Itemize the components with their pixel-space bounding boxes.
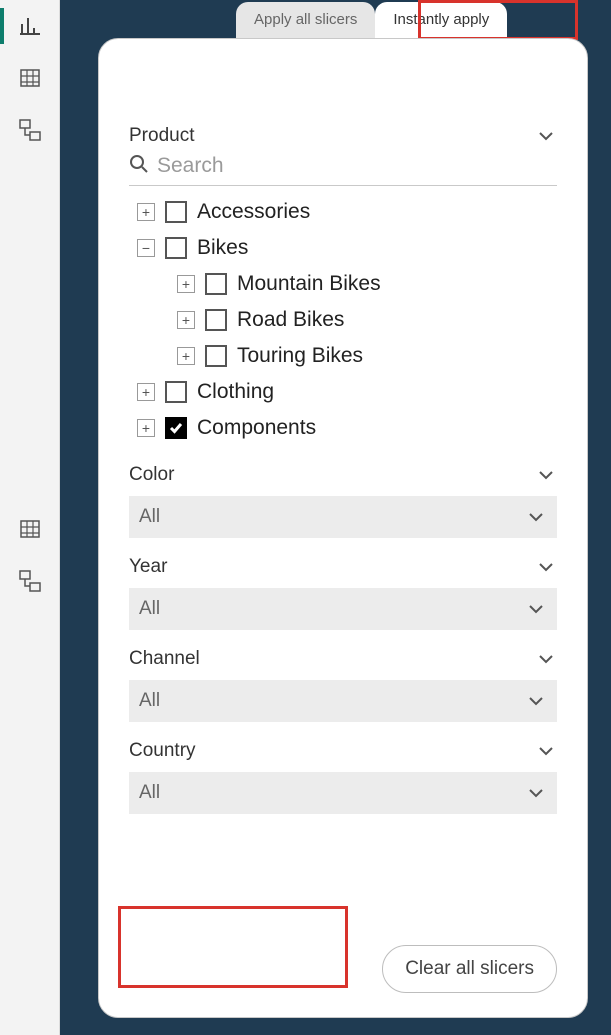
product-tree: + Accessories − Bikes + Mountain Bikes + bbox=[137, 194, 557, 446]
checkbox[interactable] bbox=[205, 345, 227, 367]
nav-report-view[interactable] bbox=[16, 12, 44, 40]
checkbox[interactable] bbox=[165, 417, 187, 439]
chevron-down-icon bbox=[535, 125, 557, 147]
expand-toggle[interactable]: − bbox=[137, 239, 155, 257]
tree-node[interactable]: + Touring Bikes bbox=[177, 338, 557, 374]
tab-instantly-apply[interactable]: Instantly apply bbox=[375, 2, 507, 39]
tree-node-label: Clothing bbox=[197, 380, 274, 404]
chevron-down-icon bbox=[535, 464, 557, 486]
expand-toggle[interactable]: + bbox=[137, 419, 155, 437]
country-dropdown-value: All bbox=[139, 782, 160, 804]
product-search-row[interactable] bbox=[129, 151, 557, 186]
channel-slicer: Channel All bbox=[129, 648, 557, 722]
expand-toggle[interactable]: + bbox=[137, 203, 155, 221]
product-slicer-header[interactable]: Product bbox=[129, 125, 557, 147]
chevron-down-icon bbox=[525, 690, 547, 712]
slicer-panel: Product + Accessories − Bikes + Mountai bbox=[98, 38, 588, 1018]
tree-node-label: Accessories bbox=[197, 200, 310, 224]
chevron-down-icon bbox=[525, 506, 547, 528]
chevron-down-icon bbox=[535, 556, 557, 578]
tree-node-label: Bikes bbox=[197, 236, 248, 260]
nav-extra-table[interactable] bbox=[16, 515, 44, 543]
color-slicer: Color All bbox=[129, 464, 557, 538]
nav-model-view[interactable] bbox=[16, 116, 44, 144]
channel-dropdown-value: All bbox=[139, 690, 160, 712]
year-dropdown[interactable]: All bbox=[129, 588, 557, 630]
channel-slicer-title: Channel bbox=[129, 648, 200, 670]
country-slicer-title: Country bbox=[129, 740, 196, 762]
tab-apply-all-slicers[interactable]: Apply all slicers bbox=[236, 2, 375, 39]
checkbox[interactable] bbox=[165, 237, 187, 259]
color-dropdown-value: All bbox=[139, 506, 160, 528]
product-search-input[interactable] bbox=[155, 153, 557, 179]
tree-node[interactable]: + Mountain Bikes bbox=[177, 266, 557, 302]
year-dropdown-value: All bbox=[139, 598, 160, 620]
chevron-down-icon bbox=[525, 782, 547, 804]
channel-dropdown[interactable]: All bbox=[129, 680, 557, 722]
color-slicer-header[interactable]: Color bbox=[129, 464, 557, 486]
channel-slicer-header[interactable]: Channel bbox=[129, 648, 557, 670]
country-dropdown[interactable]: All bbox=[129, 772, 557, 814]
tree-node[interactable]: + Accessories bbox=[137, 194, 557, 230]
panel-footer: Clear all slicers bbox=[99, 945, 587, 993]
expand-toggle[interactable]: + bbox=[177, 275, 195, 293]
country-slicer: Country All bbox=[129, 740, 557, 814]
product-slicer-title: Product bbox=[129, 125, 194, 147]
chevron-down-icon bbox=[525, 598, 547, 620]
tree-node[interactable]: + Road Bikes bbox=[177, 302, 557, 338]
checkbox[interactable] bbox=[165, 381, 187, 403]
expand-toggle[interactable]: + bbox=[137, 383, 155, 401]
expand-toggle[interactable]: + bbox=[177, 311, 195, 329]
expand-toggle[interactable]: + bbox=[177, 347, 195, 365]
year-slicer-header[interactable]: Year bbox=[129, 556, 557, 578]
country-slicer-header[interactable]: Country bbox=[129, 740, 557, 762]
checkbox[interactable] bbox=[165, 201, 187, 223]
color-slicer-title: Color bbox=[129, 464, 174, 486]
panel-tabs: Apply all slicers Instantly apply bbox=[236, 2, 507, 39]
year-slicer: Year All bbox=[129, 556, 557, 630]
tree-node[interactable]: + Clothing bbox=[137, 374, 557, 410]
tree-node-label: Touring Bikes bbox=[237, 344, 363, 368]
nav-extra-model[interactable] bbox=[16, 567, 44, 595]
nav-data-view[interactable] bbox=[16, 64, 44, 92]
search-icon bbox=[129, 154, 149, 179]
tree-node-label: Mountain Bikes bbox=[237, 272, 381, 296]
tree-node-label: Road Bikes bbox=[237, 308, 344, 332]
chevron-down-icon bbox=[535, 648, 557, 670]
tree-node-label: Components bbox=[197, 416, 316, 440]
tree-node[interactable]: + Components bbox=[137, 410, 557, 446]
checkbox[interactable] bbox=[205, 309, 227, 331]
nav-rail bbox=[0, 0, 60, 1035]
tree-node[interactable]: − Bikes bbox=[137, 230, 557, 266]
year-slicer-title: Year bbox=[129, 556, 167, 578]
clear-all-slicers-button[interactable]: Clear all slicers bbox=[382, 945, 557, 993]
chevron-down-icon bbox=[535, 740, 557, 762]
color-dropdown[interactable]: All bbox=[129, 496, 557, 538]
checkbox[interactable] bbox=[205, 273, 227, 295]
